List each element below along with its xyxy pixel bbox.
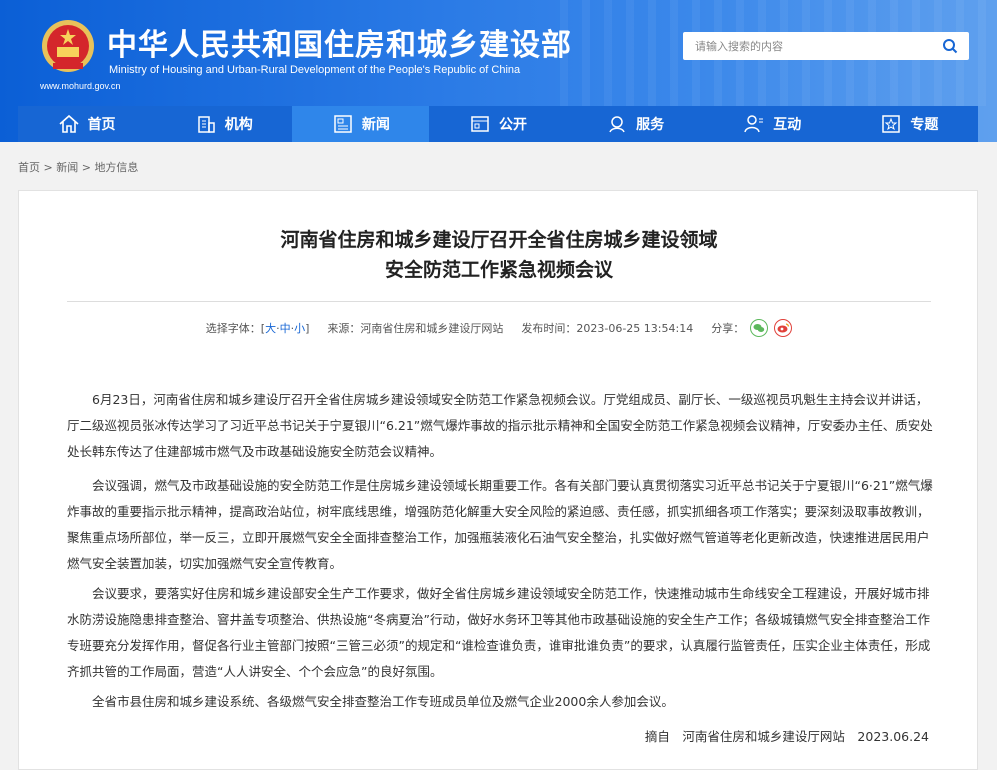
weibo-share-icon[interactable] <box>774 319 793 337</box>
site-title[interactable]: 中华人民共和国住房和城乡建设部 <box>107 20 572 64</box>
article-title-line2: 安全防范工作紧急视频会议 <box>384 259 613 281</box>
article-title-line1: 河南省住房和城乡建设厅召开全省住房城乡建设领域 <box>280 229 718 251</box>
topic-icon <box>882 115 901 133</box>
breadcrumb-sep: > <box>78 161 95 174</box>
article-meta: 选择字体：[ 大 · 中 · 小 ] 来源：河南省住房和城乡建设厅网站 发布时间… <box>19 319 979 337</box>
font-size-close: ] <box>305 321 310 335</box>
search-icon <box>943 39 958 54</box>
nav-item-interaction[interactable]: 互动 <box>704 106 841 142</box>
nav-item-organization[interactable]: 机构 <box>155 106 292 142</box>
interaction-icon <box>744 115 764 133</box>
search-input[interactable] <box>683 32 931 60</box>
site-subtitle: Ministry of Housing and Urban-Rural Deve… <box>109 64 521 76</box>
nav-label-organization: 机构 <box>224 117 253 133</box>
share-label: 分享： <box>711 322 745 335</box>
national-emblem-icon[interactable] <box>39 19 97 77</box>
breadcrumb-sep: > <box>40 161 57 174</box>
publish-time: 发布时间：2023-06-25 13:54:14 <box>521 322 694 335</box>
disclosure-icon <box>471 116 489 132</box>
building-icon <box>197 116 215 133</box>
article-paragraph: 全省市县住房和城乡建设系统、各级燃气安全排查整治工作专班成员单位及燃气企业200… <box>92 694 674 709</box>
nav-item-service[interactable]: 服务 <box>567 106 704 142</box>
nav-label-topic: 专题 <box>910 117 939 133</box>
nav-item-home[interactable]: 首页 <box>18 106 155 142</box>
news-icon <box>334 115 352 133</box>
home-icon <box>59 114 79 133</box>
breadcrumb: 首页 > 新闻 > 地方信息 <box>18 159 138 175</box>
nav-label-home: 首页 <box>87 117 116 133</box>
font-size-label: 选择字体：[ <box>205 322 266 335</box>
nav-label-interaction: 互动 <box>773 117 802 133</box>
nav-item-disclosure[interactable]: 公开 <box>429 106 566 142</box>
article-paragraph: 6月23日，河南省住房和城乡建设厅召开全省住房城乡建设领域安全防范工作紧急视频会… <box>67 392 933 459</box>
breadcrumb-news[interactable]: 新闻 <box>56 161 78 174</box>
breadcrumb-home[interactable]: 首页 <box>18 161 40 174</box>
search-box <box>683 32 969 60</box>
article-card: 河南省住房和城乡建设厅召开全省住房城乡建设领域 安全防范工作紧急视频会议 选择字… <box>18 190 978 770</box>
nav-item-news[interactable]: 新闻 <box>292 106 430 142</box>
service-icon <box>609 116 625 133</box>
article-paragraph: 会议要求，要落实好住房和城乡建设部安全生产工作要求，做好全省住房城乡建设领域安全… <box>67 586 931 679</box>
excerpt-source: 摘自 河南省住房和城乡建设厅网站 2023.06.24 <box>644 729 929 744</box>
site-url: www.mohurd.gov.cn <box>40 81 121 91</box>
font-size-small[interactable]: 小 <box>294 320 305 336</box>
font-size-large[interactable]: 大 <box>265 320 276 336</box>
wechat-share-icon[interactable] <box>750 319 769 337</box>
page-header-area: 中华人民共和国住房和城乡建设部 Ministry of Housing and … <box>0 0 997 142</box>
main-nav: 首页 机构 新闻 公开 服务 互动 专题 <box>18 106 978 142</box>
font-size-medium[interactable]: 中 <box>280 320 291 336</box>
article-source: 来源：河南省住房和城乡建设厅网站 <box>327 322 504 335</box>
nav-label-news: 新闻 <box>361 117 390 133</box>
article-paragraph: 会议强调，燃气及市政基础设施的安全防范工作是住房城乡建设领域长期重要工作。各有关… <box>67 478 933 571</box>
nav-item-topic[interactable]: 专题 <box>841 106 978 142</box>
search-button[interactable] <box>931 32 969 60</box>
title-divider <box>67 301 931 302</box>
site-header: 中华人民共和国住房和城乡建设部 Ministry of Housing and … <box>0 0 997 106</box>
nav-label-disclosure: 公开 <box>498 117 527 133</box>
breadcrumb-local-info[interactable]: 地方信息 <box>94 161 138 174</box>
nav-label-service: 服务 <box>636 117 665 133</box>
